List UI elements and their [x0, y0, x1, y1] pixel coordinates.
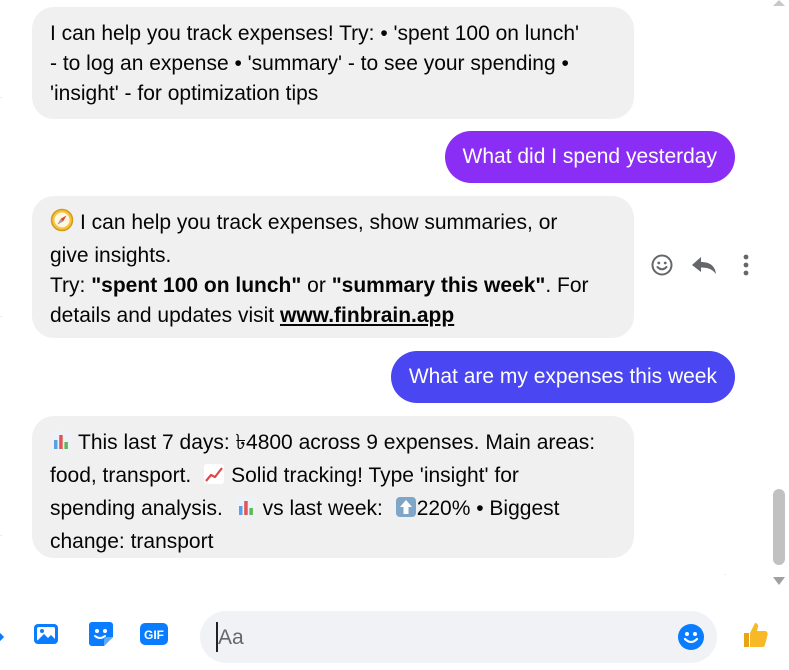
scroll-up-arrow[interactable]: [773, 0, 785, 6]
photo-icon[interactable]: [33, 621, 59, 652]
message-input-wrapper: [200, 611, 717, 663]
bot-message-3-text-1: This last 7 days: ৳4800 across 9 expense…: [78, 431, 596, 454]
bot-message-1-line-2: - to log an expense • 'summary' - to see…: [50, 52, 569, 75]
sender-avatar-placeholder: ·: [0, 95, 2, 101]
bar-chart-icon: [50, 430, 72, 461]
details-text: details and updates visit: [50, 304, 280, 327]
scroll-down-arrow[interactable]: [773, 577, 785, 585]
sender-avatar-placeholder: ·: [0, 314, 2, 320]
reply-icon[interactable]: [690, 253, 718, 282]
bot-message-3-text-3b: vs last week:: [262, 497, 383, 520]
message-actions: [648, 253, 758, 283]
bot-message-3-text-2a: food, transport.: [50, 464, 192, 487]
bot-message-3[interactable]: This last 7 days: ৳4800 across 9 expense…: [32, 416, 634, 558]
user-message-1[interactable]: What did I spend yesterday: [444, 131, 735, 183]
message-composer: GIF: [0, 600, 789, 670]
bot-message-3-line-2: food, transport. Solid tracking! Type 'i…: [50, 461, 616, 494]
bot-message-3-text-3a: spending analysis.: [50, 497, 223, 520]
bot-message-2[interactable]: I can help you track expenses, show summ…: [32, 196, 634, 338]
bot-message-2-line-1: I can help you track expenses, show summ…: [50, 208, 616, 241]
chart-increasing-icon: [203, 463, 225, 494]
gif-icon[interactable]: GIF: [139, 621, 169, 652]
bot-message-3-text-2b: Solid tracking! Type 'insight' for: [231, 464, 519, 487]
conversation-area: · I can help you track expenses! Try: • …: [0, 0, 770, 595]
bot-message-1[interactable]: I can help you track expenses! Try: • 's…: [32, 7, 634, 119]
sticker-icon[interactable]: [88, 621, 114, 652]
bot-message-3-line-3: spending analysis. vs last week: 220% • …: [50, 494, 616, 527]
message-input[interactable]: [216, 619, 660, 657]
bot-message-2-text-1: I can help you track expenses, show summ…: [80, 211, 558, 234]
bot-message-2-line-4: details and updates visit www.finbrain.a…: [50, 301, 616, 331]
more-actions-icon[interactable]: [0, 621, 6, 652]
user-message-2[interactable]: What are my expenses this week: [390, 351, 735, 403]
more-options-icon[interactable]: [742, 253, 750, 282]
bot-message-3-line-4: change: transport: [50, 530, 214, 553]
or-label: or: [301, 274, 332, 297]
scrollbar-thumb[interactable]: [773, 489, 785, 565]
emoji-picker-icon[interactable]: [677, 623, 705, 656]
bot-message-3-line-1: This last 7 days: ৳4800 across 9 expense…: [50, 428, 616, 461]
bot-message-3-text-3c: 220% • Biggest: [416, 497, 560, 520]
like-thumbs-up-icon[interactable]: [740, 620, 770, 655]
bot-message-2-line-2: give insights.: [50, 244, 172, 267]
example-command-1: "spent 100 on lunch": [91, 274, 302, 297]
bot-message-1-line-1: I can help you track expenses! Try: • 's…: [50, 22, 580, 45]
react-emoji-icon[interactable]: [650, 253, 674, 282]
up-arrow-icon: [395, 496, 417, 527]
bar-chart-icon: [235, 496, 257, 527]
svg-text:GIF: GIF: [144, 628, 164, 642]
for-label: . For: [545, 274, 589, 297]
sender-avatar-placeholder: ·: [0, 533, 2, 539]
compass-icon: [50, 208, 74, 241]
bot-message-2-line-3: Try: "spent 100 on lunch" or "summary th…: [50, 271, 616, 301]
example-command-2: "summary this week": [331, 274, 546, 297]
bot-message-1-line-3: 'insight' - for optimization tips: [50, 82, 319, 105]
seen-indicator: ·: [724, 572, 726, 578]
finbrain-link[interactable]: www.finbrain.app: [280, 304, 454, 327]
try-label: Try:: [50, 274, 92, 297]
